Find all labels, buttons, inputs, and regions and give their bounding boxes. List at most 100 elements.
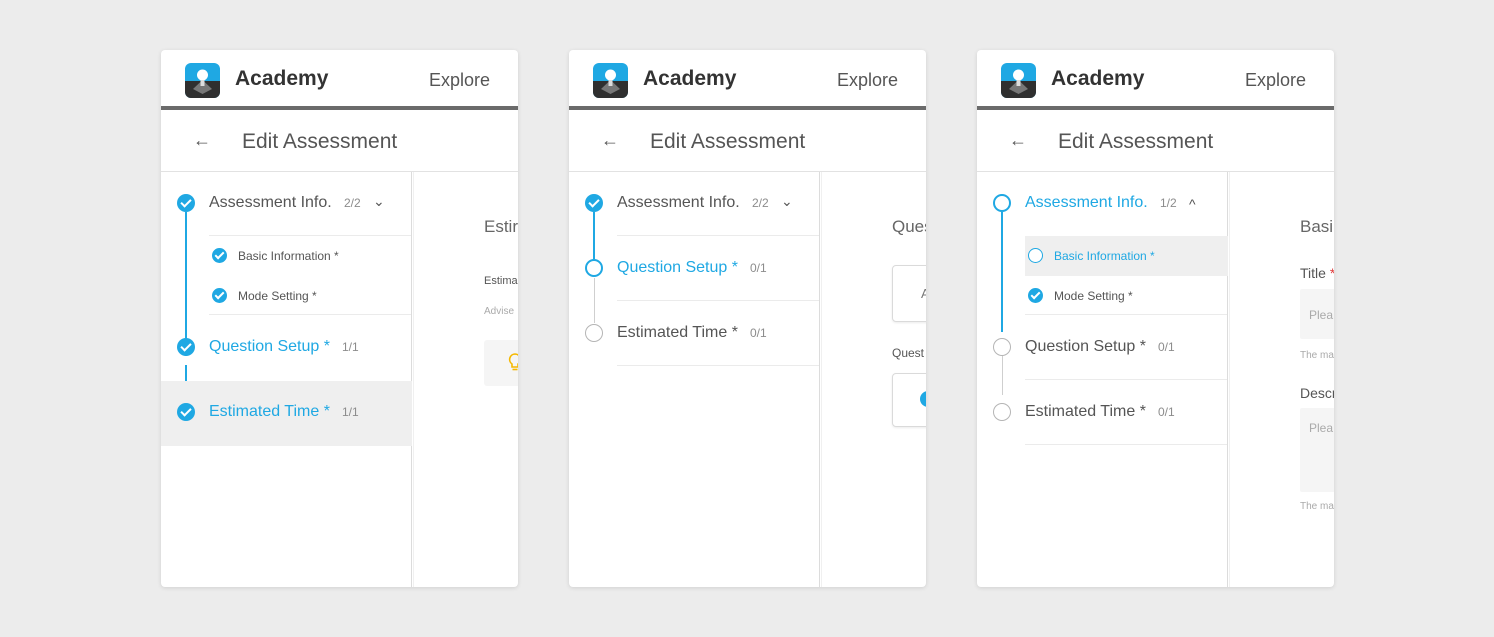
step-label: Question Setup * [209, 338, 330, 355]
check-circle-icon [177, 338, 195, 356]
app-header: Academy Explore [977, 50, 1334, 110]
section-title: Basi [1300, 217, 1334, 236]
divider [1025, 314, 1227, 315]
brand-name[interactable]: Academy [643, 67, 736, 91]
selected-radio-icon [920, 391, 926, 407]
section-title: Ques [892, 217, 926, 236]
substep-mode-setting[interactable]: Mode Setting * [1025, 276, 1228, 316]
substep-mode-setting[interactable]: Mode Setting * [209, 276, 412, 316]
active-step-circle-icon [585, 259, 603, 277]
check-circle-icon [1028, 288, 1043, 303]
substep-label: Mode Setting * [1054, 289, 1133, 303]
academy-logo-icon[interactable] [593, 63, 628, 98]
title-hint: The ma [1300, 350, 1334, 361]
substep-basic-information[interactable]: Basic Information * [209, 236, 412, 276]
description-placeholder: Plea [1309, 421, 1334, 435]
step-label: Estimated Time * [209, 403, 330, 420]
check-circle-icon [212, 288, 227, 303]
step-question-setup[interactable]: Question Setup * 1/1 [161, 316, 412, 381]
step-label: Assessment Info. [1025, 194, 1148, 211]
back-arrow-icon[interactable]: ← [601, 130, 619, 151]
step-label: Assessment Info. [209, 194, 332, 211]
step-assessment-info[interactable]: Assessment Info. 2/2 ⌄ [161, 172, 412, 237]
title-field-label: Title * [1300, 265, 1334, 281]
title-placeholder: Plea [1309, 308, 1334, 322]
step-count: 2/2 [752, 196, 769, 210]
substep-basic-information[interactable]: Basic Information * [1025, 236, 1228, 276]
step-count: 2/2 [344, 196, 361, 210]
tip-box [484, 340, 518, 386]
description-input[interactable]: Plea [1300, 408, 1334, 492]
content-area: Basi Title * Plea The ma Descr Plea The … [1229, 172, 1334, 587]
app-header: Academy Explore [569, 50, 926, 110]
divider [1025, 444, 1227, 445]
brand-name[interactable]: Academy [235, 67, 328, 91]
substep-label: Basic Information * [1054, 249, 1155, 263]
step-count: 0/1 [750, 326, 767, 340]
step-sidebar: Assessment Info. 1/2 ^ Basic Information… [977, 172, 1228, 587]
active-step-circle-icon [993, 194, 1011, 212]
chevron-down-icon[interactable]: ⌄ [373, 193, 385, 210]
divider [617, 365, 819, 366]
step-label: Question Setup * [617, 259, 738, 276]
title-input[interactable]: Plea [1300, 289, 1334, 339]
step-label: Question Setup * [1025, 338, 1146, 355]
empty-circle-icon [993, 403, 1011, 421]
question-option-card[interactable] [892, 373, 926, 427]
content-area: Estir Estima Advise [413, 172, 518, 587]
panel-completed: Academy Explore ← Edit Assessment Assess… [161, 50, 518, 587]
step-question-setup[interactable]: Question Setup * 0/1 [569, 237, 820, 302]
empty-circle-icon [993, 338, 1011, 356]
active-substep-circle-icon [1028, 248, 1043, 263]
step-assessment-info[interactable]: Assessment Info. 2/2 ⌄ [569, 172, 820, 237]
explore-link[interactable]: Explore [837, 70, 898, 91]
check-circle-icon [177, 194, 195, 212]
page-title: Edit Assessment [650, 130, 806, 153]
step-question-setup[interactable]: Question Setup * 0/1 [977, 316, 1228, 381]
divider [1025, 379, 1227, 380]
description-label: Descr [1300, 385, 1334, 401]
content-area: Ques A Quest [821, 172, 926, 587]
check-circle-icon [177, 403, 195, 421]
academy-logo-icon[interactable] [1001, 63, 1036, 98]
back-arrow-icon[interactable]: ← [1009, 130, 1027, 151]
app-header: Academy Explore [161, 50, 518, 110]
back-arrow-icon[interactable]: ← [193, 130, 211, 151]
divider [617, 300, 819, 301]
brand-name[interactable]: Academy [1051, 67, 1144, 91]
chevron-down-icon[interactable]: ⌄ [781, 193, 793, 210]
step-sidebar: Assessment Info. 2/2 ⌄ Question Setup * … [569, 172, 820, 587]
step-label: Estimated Time * [617, 324, 738, 341]
step-label: Estimated Time * [1025, 403, 1146, 420]
page-header: ← Edit Assessment [161, 114, 518, 172]
lightbulb-icon [508, 353, 518, 371]
chevron-up-icon[interactable]: ^ [1189, 196, 1196, 212]
field-label: Estima [484, 275, 518, 287]
page-header: ← Edit Assessment [977, 114, 1334, 172]
card-label: A [921, 286, 926, 301]
step-count: 1/2 [1160, 196, 1177, 210]
panel-question-setup: Academy Explore ← Edit Assessment Assess… [569, 50, 926, 587]
substep-label: Mode Setting * [238, 289, 317, 303]
divider [617, 235, 819, 236]
explore-link[interactable]: Explore [429, 70, 490, 91]
step-label: Assessment Info. [617, 194, 740, 211]
check-circle-icon [212, 248, 227, 263]
substep-label: Basic Information * [238, 249, 339, 263]
page-title: Edit Assessment [1058, 130, 1214, 153]
step-estimated-time[interactable]: Estimated Time * 1/1 [161, 381, 412, 446]
step-estimated-time[interactable]: Estimated Time * 0/1 [569, 302, 820, 367]
step-assessment-info[interactable]: Assessment Info. 1/2 ^ [977, 172, 1228, 237]
step-sidebar: Assessment Info. 2/2 ⌄ Basic Information… [161, 172, 412, 587]
field-label: Quest [892, 346, 925, 360]
required-mark: * [1330, 265, 1334, 281]
check-circle-icon [585, 194, 603, 212]
empty-circle-icon [585, 324, 603, 342]
question-card[interactable]: A [892, 265, 926, 322]
step-estimated-time[interactable]: Estimated Time * 0/1 [977, 381, 1228, 446]
step-count: 1/1 [342, 340, 359, 354]
field-hint: Advise [484, 306, 515, 317]
explore-link[interactable]: Explore [1245, 70, 1306, 91]
academy-logo-icon[interactable] [185, 63, 220, 98]
section-title: Estir [484, 217, 518, 236]
